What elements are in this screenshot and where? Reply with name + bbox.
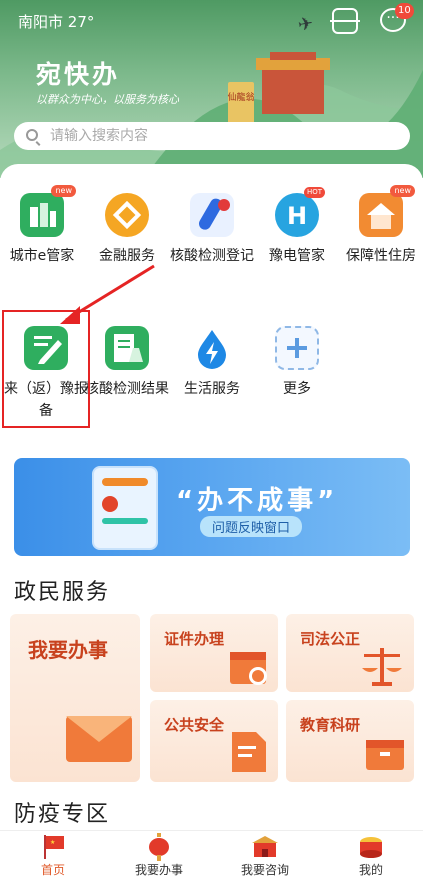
service-housing[interactable]: new 保障性住房: [339, 185, 423, 267]
tile-label: 证件办理: [164, 630, 225, 648]
service-finance[interactable]: 金融服务: [85, 193, 169, 267]
search-icon: [26, 129, 38, 141]
tile-label: 教育科研: [300, 716, 361, 734]
tile-label: 公共安全: [164, 716, 225, 734]
tab-label: 我要咨询: [240, 863, 289, 877]
tile-label: 司法公正: [300, 630, 361, 648]
finance-coin-icon: [105, 193, 149, 237]
bottom-tab-bar: ★ 首页 我要办事 我要咨询 我的: [0, 830, 423, 882]
tile-education[interactable]: 教育科研: [286, 700, 414, 782]
tab-label: 首页: [40, 863, 65, 877]
tile-label: 我要办事: [28, 638, 108, 662]
city-name: 南阳市: [18, 13, 64, 31]
tile-do-business[interactable]: 我要办事: [10, 614, 140, 782]
tab-do-business[interactable]: 我要办事: [106, 833, 212, 877]
tab-label: 我的: [358, 863, 383, 877]
test-result-icon: [105, 326, 149, 370]
lantern-icon: [106, 833, 212, 863]
svg-text:★: ★: [50, 839, 55, 846]
tab-consult[interactable]: 我要咨询: [212, 833, 318, 877]
feedback-banner[interactable]: “办不成事” 问题反映窗口: [14, 458, 410, 556]
document-icon: [232, 732, 266, 772]
box-icon: [366, 740, 404, 770]
header-banner: 仙龍翁 南阳市 27° ✈ ··· 10 宛快办 以群众为中心，以服务为核心: [0, 0, 423, 178]
service-label: 保障性住房: [346, 248, 416, 264]
message-badge: 10: [395, 3, 414, 19]
status-bar: 南阳市 27°: [18, 11, 94, 32]
service-label: 生活服务: [184, 381, 240, 397]
more-plus-icon: [275, 326, 319, 370]
yudian-h-icon: H HOT: [275, 187, 325, 237]
envelope-icon: [66, 716, 132, 762]
gov-section-title: 政民服务: [14, 580, 111, 605]
temperature: 27°: [67, 13, 95, 31]
service-yudian-steward[interactable]: H HOT 豫电管家: [255, 187, 339, 267]
tile-judicial[interactable]: 司法公正: [286, 614, 414, 692]
hot-badge: HOT: [303, 187, 325, 198]
new-badge: new: [51, 185, 76, 197]
banner-subtitle: 问题反映窗口: [200, 516, 303, 537]
banner-title: “办不成事”: [176, 486, 339, 516]
service-nucleic-register[interactable]: 核酸检测登记: [170, 193, 254, 267]
gate-sign-text: 仙龍翁: [227, 91, 254, 103]
app-slogan: 以群众为中心，以服务为核心: [36, 93, 179, 106]
phone-illustration: [92, 466, 158, 550]
flag-icon: ★: [0, 833, 106, 863]
service-label: 核酸检测结果: [85, 381, 169, 397]
tile-certificates[interactable]: 证件办理: [150, 614, 278, 692]
service-label: 豫电管家: [269, 248, 325, 264]
calendar-icon: [230, 652, 267, 685]
service-more[interactable]: 更多: [255, 326, 339, 400]
epidemic-section-title: 防疫专区: [14, 802, 111, 827]
search-bar[interactable]: [14, 122, 410, 150]
service-life[interactable]: 生活服务: [170, 326, 254, 400]
search-input[interactable]: [50, 126, 390, 146]
tab-mine[interactable]: 我的: [318, 833, 423, 877]
service-city-e-steward[interactable]: new 城市e管家: [0, 185, 84, 267]
city-e-steward-icon: new: [20, 185, 76, 237]
app-title: 宛快办: [36, 60, 121, 89]
svg-text:H: H: [287, 202, 307, 230]
tiananmen-icon: [212, 833, 318, 863]
scale-of-justice-icon: [362, 648, 402, 686]
housing-icon: new: [359, 185, 415, 237]
nucleic-test-register-icon: [190, 193, 234, 237]
service-label: 更多: [283, 381, 311, 397]
new-badge: new: [390, 185, 415, 197]
tab-label: 我要办事: [134, 863, 183, 877]
service-nucleic-result[interactable]: 核酸检测结果: [85, 326, 169, 400]
tile-public-safety[interactable]: 公共安全: [150, 700, 278, 782]
service-label: 核酸检测登记: [170, 248, 254, 264]
tab-home[interactable]: ★ 首页: [0, 833, 106, 877]
scan-icon[interactable]: [330, 8, 360, 34]
life-service-bolt-icon: [190, 326, 234, 370]
drum-icon: [318, 833, 423, 863]
arrow-annotation: [60, 264, 155, 324]
